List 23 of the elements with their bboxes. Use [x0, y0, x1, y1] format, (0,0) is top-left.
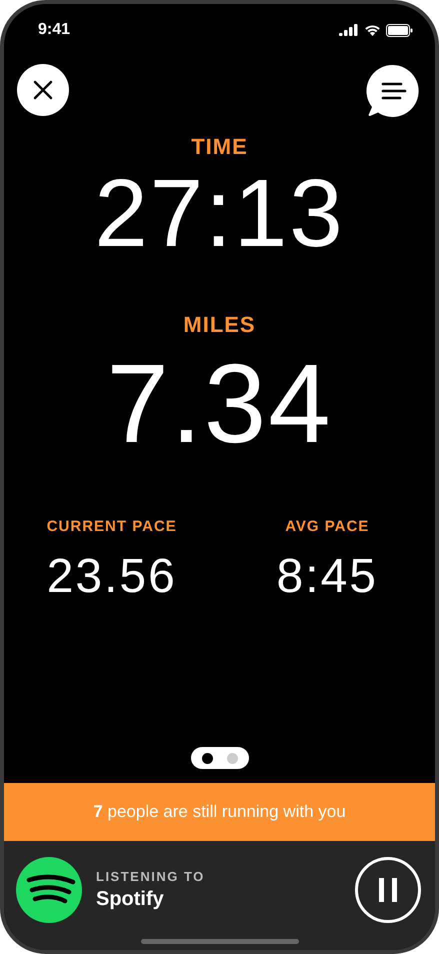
stat-label: MILES: [183, 312, 256, 338]
battery-icon: [386, 24, 413, 36]
pace-label: CURRENT PACE: [46, 518, 177, 535]
listening-caption: LISTENING TO: [96, 869, 206, 884]
page-dot[interactable]: [202, 752, 212, 764]
music-app-logo: [16, 857, 82, 923]
pace-label: AVG PACE: [285, 518, 370, 535]
runners-message: 7 people are still running with you: [93, 802, 346, 822]
wifi-icon: [364, 24, 381, 36]
stat-value: 27:13: [94, 166, 345, 262]
status-time: 9:41: [38, 21, 70, 39]
speech-bubble-icon: [366, 64, 420, 120]
close-button[interactable]: [17, 64, 69, 116]
signal-icon: [339, 24, 359, 36]
pace-value: 8:45: [276, 553, 378, 601]
close-icon: [33, 80, 53, 100]
page-dot[interactable]: [226, 752, 238, 764]
pace-value: 23.56: [46, 553, 177, 601]
stat-value: 7.34: [106, 348, 332, 460]
pause-button[interactable]: [355, 857, 421, 923]
stat-label: TIME: [191, 134, 248, 160]
chat-button[interactable]: [366, 64, 420, 120]
music-source: Spotify: [96, 888, 165, 911]
